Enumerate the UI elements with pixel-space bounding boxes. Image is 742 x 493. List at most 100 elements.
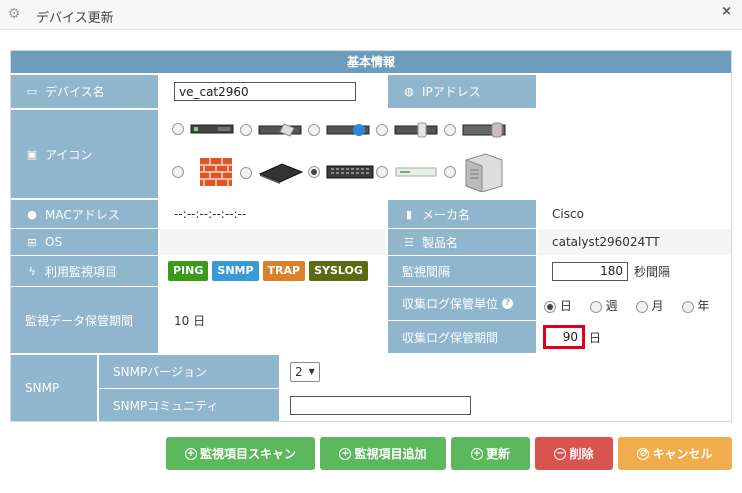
plus-circle-icon: +	[470, 447, 483, 460]
log-unit-week[interactable]: 週	[589, 297, 618, 314]
globe-icon: ◍	[404, 85, 414, 98]
icon-radio[interactable]	[240, 167, 252, 179]
icon-radio[interactable]	[308, 124, 320, 136]
device-storage-icon	[462, 122, 506, 138]
tag-icon: ▭	[26, 85, 38, 98]
icon-radio[interactable]	[376, 166, 388, 178]
maker-value: Cisco	[538, 200, 731, 228]
radio[interactable]	[681, 300, 694, 313]
interval-unit: 秒間隔	[634, 264, 671, 279]
device-switch-dark-icon	[258, 163, 304, 184]
log-period-input[interactable]	[543, 325, 585, 349]
interval-input[interactable]	[552, 261, 628, 281]
add-items-button[interactable]: + 監視項目追加	[320, 437, 446, 470]
icon-radio[interactable]	[444, 166, 456, 178]
device-router-blue-icon	[326, 124, 370, 136]
plus-circle-icon: +	[339, 447, 352, 460]
log-period-label: 収集ログ保管期間	[388, 321, 536, 353]
icon-option[interactable]	[376, 122, 438, 138]
window-titlebar: ⚙ デバイス更新 ×	[0, 0, 742, 30]
product-value: catalyst296024TT	[538, 229, 731, 255]
syslog-badge: SYSLOG	[309, 261, 368, 281]
device-rack-server-3-icon	[394, 122, 438, 138]
icon-radio[interactable]	[172, 123, 184, 135]
icon-option[interactable]	[376, 164, 438, 180]
icon-picker	[160, 110, 731, 198]
icon-radio[interactable]	[376, 124, 388, 136]
window-title: デバイス更新	[36, 11, 114, 26]
section-title: 基本情報	[11, 51, 731, 73]
log-unit-year[interactable]: 年	[681, 297, 709, 314]
scan-items-button[interactable]: + 監視項目スキャン	[166, 437, 315, 470]
icon-option[interactable]	[308, 164, 374, 180]
maker-label: ▮ メーカ名	[388, 200, 536, 228]
building-icon: ▮	[405, 207, 413, 221]
interval-label: 監視間隔	[388, 256, 536, 286]
device-rack-server-2-icon	[258, 123, 302, 137]
icon-option[interactable]	[240, 162, 304, 184]
device-small-router-icon	[395, 167, 437, 177]
update-button[interactable]: + 更新	[451, 437, 530, 470]
icon-radio-selected[interactable]	[308, 166, 320, 178]
log-unit-options: 日 週 月 年	[538, 287, 731, 320]
image-icon: ▣	[26, 147, 38, 161]
radio[interactable]	[635, 300, 648, 313]
log-unit-month[interactable]: 月	[635, 297, 664, 314]
interval-cell: 秒間隔	[538, 256, 731, 286]
icon-option[interactable]	[308, 122, 370, 138]
device-name-cell	[160, 75, 386, 108]
log-unit-day[interactable]: 日	[544, 297, 572, 314]
icon-option[interactable]	[444, 152, 504, 192]
log-period-cell: 日	[538, 321, 731, 353]
plus-circle-icon: +	[184, 447, 197, 460]
snmp-version-label: SNMPバージョン	[99, 355, 279, 388]
icon-radio[interactable]	[172, 166, 184, 178]
snmp-community-cell	[281, 389, 731, 421]
close-icon[interactable]: ×	[721, 4, 732, 19]
ping-badge: PING	[168, 261, 209, 281]
circle-icon: ●	[27, 207, 37, 221]
bolt-icon: ϟ	[28, 264, 36, 278]
minus-circle-icon: −	[554, 447, 567, 460]
delete-button[interactable]: − 削除	[535, 437, 613, 470]
icon-option[interactable]	[240, 122, 302, 138]
icon-option[interactable]	[444, 122, 506, 138]
icon-radio[interactable]	[240, 124, 252, 136]
snmp-badge: SNMP	[212, 261, 259, 281]
radio[interactable]	[589, 300, 602, 313]
snmp-community-input[interactable]	[290, 395, 471, 415]
os-label: ⊞ OS	[11, 229, 158, 255]
log-unit-label: 収集ログ保管単位 ?	[388, 287, 536, 320]
mac-label: ● MACアドレス	[11, 200, 158, 228]
help-icon[interactable]: ?	[502, 298, 514, 309]
radio-selected[interactable]	[544, 300, 556, 313]
ip-address-label: ◍ IPアドレス	[388, 75, 536, 108]
product-label: ☰ 製品名	[388, 229, 536, 255]
trap-badge: TRAP	[262, 261, 306, 281]
snmp-version-cell: 2 ▼	[281, 355, 731, 388]
icon-label: ▣ アイコン	[11, 110, 158, 198]
os-value	[160, 229, 386, 255]
monitor-items-value: PING SNMP TRAP SYSLOG	[160, 256, 386, 286]
ban-icon: ⊘	[637, 447, 650, 460]
retention-label: 監視データ保管期間	[11, 287, 158, 353]
windows-icon: ⊞	[27, 235, 37, 249]
list-icon: ☰	[404, 235, 414, 249]
device-switch-ports-icon	[326, 165, 374, 179]
log-period-unit: 日	[589, 330, 602, 345]
device-server-chassis-icon	[465, 153, 503, 192]
gear-icon: ⚙	[7, 6, 21, 22]
icon-option[interactable]	[172, 158, 232, 186]
device-name-label: ▭ デバイス名	[11, 75, 158, 108]
mac-value: --:--:--:--:--:--	[160, 200, 386, 228]
icon-option[interactable]	[172, 122, 234, 136]
device-name-input[interactable]	[174, 82, 356, 101]
snmp-version-select[interactable]: 2 ▼	[290, 361, 320, 382]
icon-radio[interactable]	[444, 124, 456, 136]
caret-down-icon: ▼	[308, 367, 315, 376]
ip-address-value	[538, 75, 731, 108]
cancel-button[interactable]: ⊘ キャンセル	[618, 437, 732, 470]
device-firewall-icon	[200, 158, 232, 186]
device-rack-server-1-icon	[190, 124, 234, 134]
retention-value: 10 日	[160, 287, 386, 353]
